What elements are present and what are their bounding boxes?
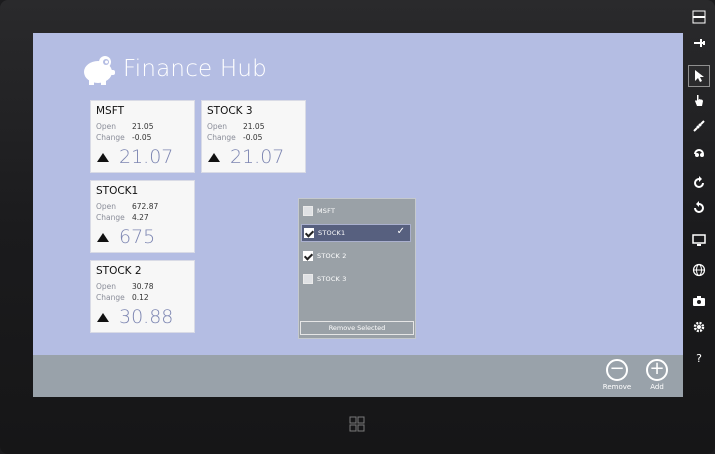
tile-stock-name: STOCK 2 bbox=[96, 265, 142, 277]
tile-open-value: 30.78 bbox=[132, 282, 154, 291]
tile-open-label: Open bbox=[96, 202, 117, 211]
windows-button[interactable] bbox=[346, 414, 368, 434]
remove-button-label: Remove bbox=[602, 383, 632, 391]
tile-open-value: 21.05 bbox=[132, 122, 154, 131]
tile-change-label: Change bbox=[207, 133, 236, 142]
rotate-clockwise-icon[interactable] bbox=[688, 172, 710, 194]
tile-change-value: -0.05 bbox=[132, 133, 152, 142]
trend-up-icon bbox=[97, 152, 109, 162]
tile-price: 21.07 bbox=[230, 146, 285, 168]
tile-stock-name: STOCK 3 bbox=[207, 105, 253, 117]
tile-open-label: Open bbox=[96, 122, 117, 131]
touch-icon[interactable] bbox=[688, 89, 710, 111]
checkbox-unchecked-icon[interactable] bbox=[303, 206, 313, 216]
trend-up-icon bbox=[208, 152, 220, 162]
app-bar: − Remove + Add bbox=[33, 355, 683, 397]
flyout-item-stock2[interactable]: STOCK 2 bbox=[301, 247, 411, 265]
flyout-item-stock3[interactable]: STOCK 3 bbox=[301, 270, 411, 288]
screenshot-icon[interactable] bbox=[688, 290, 710, 312]
rotate-counterclockwise-icon[interactable] bbox=[688, 197, 710, 219]
mouse-pointer-icon[interactable] bbox=[688, 65, 710, 87]
tile-stock-name: STOCK1 bbox=[96, 185, 139, 197]
add-button-label: Add bbox=[650, 383, 664, 391]
tile-stock-name: MSFT bbox=[96, 105, 124, 117]
add-button[interactable]: + Add bbox=[637, 359, 677, 395]
resolution-icon[interactable] bbox=[688, 229, 710, 251]
trend-up-icon bbox=[97, 312, 109, 322]
windows-logo-icon bbox=[349, 416, 365, 432]
tile-price: 675 bbox=[119, 226, 156, 248]
selected-check-icon: ✓ bbox=[396, 226, 405, 237]
flyout-item-msft[interactable]: MSFT bbox=[301, 202, 411, 220]
app-header: Finance Hub bbox=[81, 49, 267, 89]
tile-open-label: Open bbox=[207, 122, 228, 131]
flyout-item-stock1[interactable]: STOCK1 ✓ bbox=[301, 224, 411, 242]
pinch-zoom-icon[interactable] bbox=[688, 115, 710, 137]
tile-change-label: Change bbox=[96, 133, 125, 142]
minus-circle-icon: − bbox=[606, 359, 628, 381]
tile-price: 30.88 bbox=[119, 306, 174, 328]
tile-price: 21.07 bbox=[119, 146, 174, 168]
remove-stocks-flyout: MSFT STOCK1 ✓ STOCK 2 STOCK 3 Remove Sel… bbox=[298, 198, 416, 339]
flyout-item-label: STOCK1 bbox=[318, 229, 346, 237]
tile-open-label: Open bbox=[96, 282, 117, 291]
checkbox-unchecked-icon[interactable] bbox=[303, 274, 313, 284]
flyout-item-label: STOCK 2 bbox=[317, 252, 347, 260]
minimize-icon[interactable] bbox=[688, 6, 710, 28]
settings-icon[interactable] bbox=[688, 316, 710, 338]
remove-button[interactable]: − Remove bbox=[597, 359, 637, 395]
remove-selected-button[interactable]: Remove Selected bbox=[300, 321, 414, 335]
rotation-touch-icon[interactable] bbox=[688, 141, 710, 163]
tile-change-label: Change bbox=[96, 213, 125, 222]
plus-circle-icon: + bbox=[646, 359, 668, 381]
checkbox-checked-icon[interactable] bbox=[303, 251, 313, 261]
checkbox-checked-icon[interactable] bbox=[304, 228, 314, 238]
app-title: Finance Hub bbox=[123, 56, 267, 82]
flyout-item-label: STOCK 3 bbox=[317, 275, 347, 283]
stock-tile-stock1[interactable]: STOCK1 Open 672.87 Change 4.27 675 bbox=[90, 180, 195, 253]
tile-open-value: 672.87 bbox=[132, 202, 159, 211]
tile-change-value: -0.05 bbox=[243, 133, 263, 142]
help-icon[interactable]: ? bbox=[688, 347, 710, 369]
pin-icon[interactable] bbox=[688, 32, 710, 54]
tile-open-value: 21.05 bbox=[243, 122, 265, 131]
flyout-item-label: MSFT bbox=[317, 207, 336, 215]
location-icon[interactable] bbox=[688, 259, 710, 281]
trend-up-icon bbox=[97, 232, 109, 242]
stock-tile-stock2[interactable]: STOCK 2 Open 30.78 Change 0.12 30.88 bbox=[90, 260, 195, 333]
stock-tile-stock3[interactable]: STOCK 3 Open 21.05 Change -0.05 21.07 bbox=[201, 100, 306, 173]
tile-change-value: 0.12 bbox=[132, 293, 149, 302]
stock-tile-msft[interactable]: MSFT Open 21.05 Change -0.05 21.07 bbox=[90, 100, 195, 173]
app-screen: Finance Hub MSFT Open 21.05 Change -0.05 2… bbox=[33, 33, 683, 397]
tile-change-value: 4.27 bbox=[132, 213, 149, 222]
tile-change-label: Change bbox=[96, 293, 125, 302]
help-label: ? bbox=[696, 351, 702, 365]
piggy-bank-icon bbox=[84, 56, 115, 85]
